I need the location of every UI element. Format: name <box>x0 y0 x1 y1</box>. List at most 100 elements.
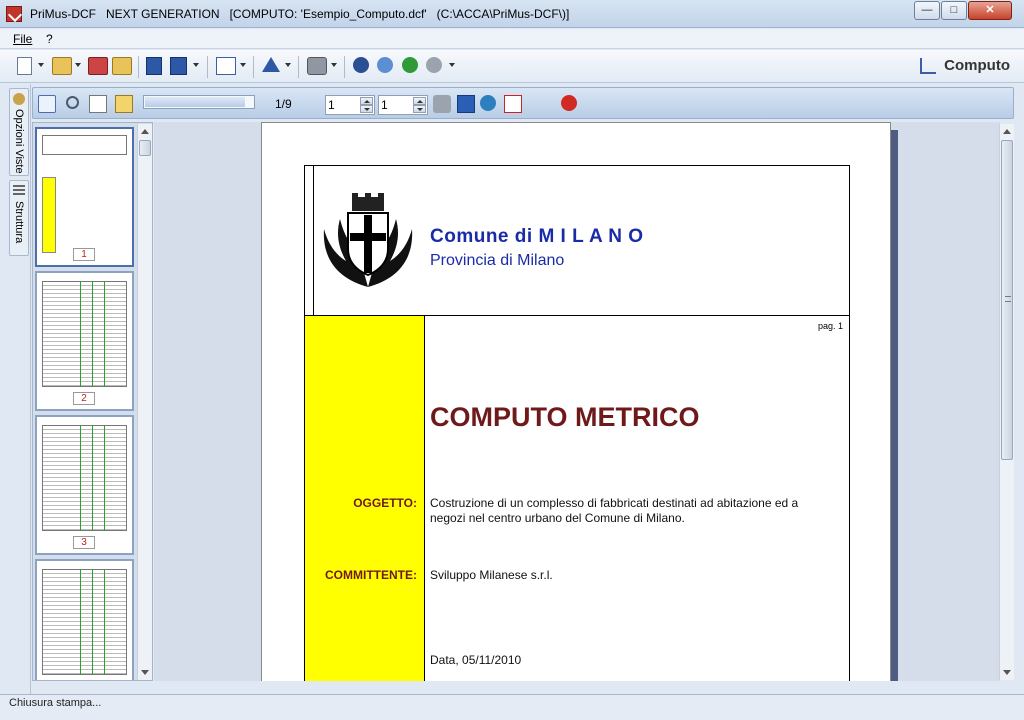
update-icon[interactable] <box>377 57 393 73</box>
thumbnail-number: 2 <box>73 392 95 405</box>
committente-label: COMMITTENTE: <box>325 568 417 582</box>
folder-icon[interactable] <box>112 57 132 75</box>
page-shadow <box>890 130 898 681</box>
main-toolbar <box>0 50 1024 83</box>
oggetto-label: OGGETTO: <box>353 496 417 510</box>
scroll-up-icon[interactable] <box>141 129 149 134</box>
structure-icon <box>13 185 25 197</box>
print-icon[interactable] <box>433 95 451 113</box>
tab-struttura-label: Struttura <box>13 201 25 244</box>
tab-opzioni-viste[interactable]: Opzioni Viste <box>9 88 29 176</box>
side-tab-strip: Opzioni Viste Struttura <box>0 84 31 694</box>
scrollbar-thumb[interactable] <box>1001 140 1013 460</box>
toolbar-separator <box>298 56 299 78</box>
info-icon[interactable] <box>402 57 418 73</box>
computo-mode-label: Computo <box>944 57 1010 74</box>
page-count: 1/9 <box>275 97 292 111</box>
status-bar: Chiusura stampa... <box>0 694 1024 720</box>
print-icon[interactable] <box>307 57 327 75</box>
document-title: COMPUTO METRICO <box>430 402 700 432</box>
thumbnail-page-1[interactable]: 1 <box>35 127 134 267</box>
open-folder-icon[interactable] <box>52 57 72 75</box>
warning-icon[interactable] <box>262 57 280 72</box>
new-dropdown-icon[interactable] <box>38 63 44 67</box>
document-date: Data, 05/11/2010 <box>430 653 522 667</box>
print-progress-bar <box>143 95 255 109</box>
thumbnail-columns <box>42 425 127 531</box>
new-document-icon[interactable] <box>17 57 32 75</box>
thumbnail-yellow-band <box>42 177 56 253</box>
tools-dropdown-icon[interactable] <box>449 63 455 67</box>
preview-page: Comune di M I L A N O Provincia di Milan… <box>261 122 891 681</box>
save-icon[interactable] <box>146 57 162 75</box>
scroll-down-icon[interactable] <box>141 670 149 675</box>
close-preview-icon[interactable] <box>561 95 577 111</box>
from-page-up-button[interactable] <box>360 97 373 105</box>
menu-help[interactable]: ? <box>46 32 53 46</box>
thumbnail-panel: 1 2 3 4 <box>32 122 153 681</box>
maximize-button[interactable]: □ <box>941 1 967 20</box>
committente-value: Sviluppo Milanese s.r.l. <box>430 568 553 582</box>
toolbar-separator <box>138 56 139 78</box>
to-page-up-button[interactable] <box>413 97 426 105</box>
computo-mode-icon <box>920 58 936 74</box>
oggetto-value: Costruzione di un complesso di fabbricat… <box>430 496 799 525</box>
from-page-down-button[interactable] <box>360 105 373 113</box>
scroll-up-icon[interactable] <box>1003 129 1011 134</box>
from-page-stepper[interactable] <box>325 95 375 115</box>
thumbnail-columns <box>42 281 127 387</box>
thumbnail-page-4[interactable]: 4 <box>35 559 134 680</box>
page-label: pag. 1 <box>818 321 844 331</box>
to-page-stepper[interactable] <box>378 95 428 115</box>
provincia-heading: Provincia di Milano <box>430 252 565 269</box>
milano-crest-icon <box>323 193 413 287</box>
grip-icon <box>1005 296 1011 302</box>
minimize-button[interactable]: — <box>914 1 940 20</box>
thumbnail-number: 3 <box>73 536 95 549</box>
status-text: Chiusura stampa... <box>9 697 102 709</box>
sheet-dropdown-icon[interactable] <box>240 63 246 67</box>
tab-struttura[interactable]: Struttura <box>9 180 29 256</box>
thumbnail-number: 1 <box>73 248 95 261</box>
archive-icon[interactable] <box>88 57 108 75</box>
menu-bar: File ? <box>0 29 1024 49</box>
app-icon <box>6 6 22 22</box>
preview-toolbar: 1/9 <box>32 87 1014 119</box>
title-bar: PriMus-DCF NEXT GENERATION [COMPUTO: 'Es… <box>0 0 1024 28</box>
zoom-icon[interactable] <box>66 96 79 109</box>
scroll-down-icon[interactable] <box>1003 670 1011 675</box>
thumbnails-toggle-icon[interactable] <box>38 95 56 113</box>
sheet-icon[interactable] <box>216 57 236 75</box>
print-progress-fill <box>145 97 246 107</box>
export-web-icon[interactable] <box>480 95 496 111</box>
menu-file[interactable]: File <box>13 32 32 46</box>
warning-dropdown-icon[interactable] <box>285 63 291 67</box>
save-all-icon[interactable] <box>170 57 187 75</box>
export-word-icon[interactable] <box>457 95 475 113</box>
open-dropdown-icon[interactable] <box>75 63 81 67</box>
options-icon <box>13 93 25 105</box>
to-page-input[interactable] <box>381 98 411 112</box>
window-title: PriMus-DCF NEXT GENERATION [COMPUTO: 'Es… <box>30 7 570 21</box>
save-dropdown-icon[interactable] <box>193 63 199 67</box>
to-page-down-button[interactable] <box>413 105 426 113</box>
page-setup-icon[interactable] <box>89 95 107 113</box>
toolbar-separator <box>344 56 345 78</box>
help-icon[interactable] <box>353 57 369 73</box>
toolbar-separator <box>207 56 208 78</box>
preview-scrollbar[interactable] <box>999 124 1014 680</box>
from-page-input[interactable] <box>328 98 358 112</box>
thumbnail-scrollbar[interactable] <box>137 124 152 680</box>
close-button[interactable]: ✕ <box>968 1 1012 20</box>
thumbnail-columns <box>42 569 127 675</box>
scrollbar-thumb[interactable] <box>139 140 151 156</box>
print-dropdown-icon[interactable] <box>331 63 337 67</box>
thumbnail-page-2[interactable]: 2 <box>35 271 134 411</box>
copy-icon[interactable] <box>115 95 133 113</box>
comune-heading: Comune di M I L A N O <box>430 226 644 247</box>
frame-line <box>313 165 314 315</box>
export-pdf-icon[interactable] <box>504 95 522 113</box>
thumbnail-page-3[interactable]: 3 <box>35 415 134 555</box>
tools-icon[interactable] <box>426 57 442 73</box>
print-preview-area: Comune di M I L A N O Provincia di Milan… <box>154 122 1000 681</box>
